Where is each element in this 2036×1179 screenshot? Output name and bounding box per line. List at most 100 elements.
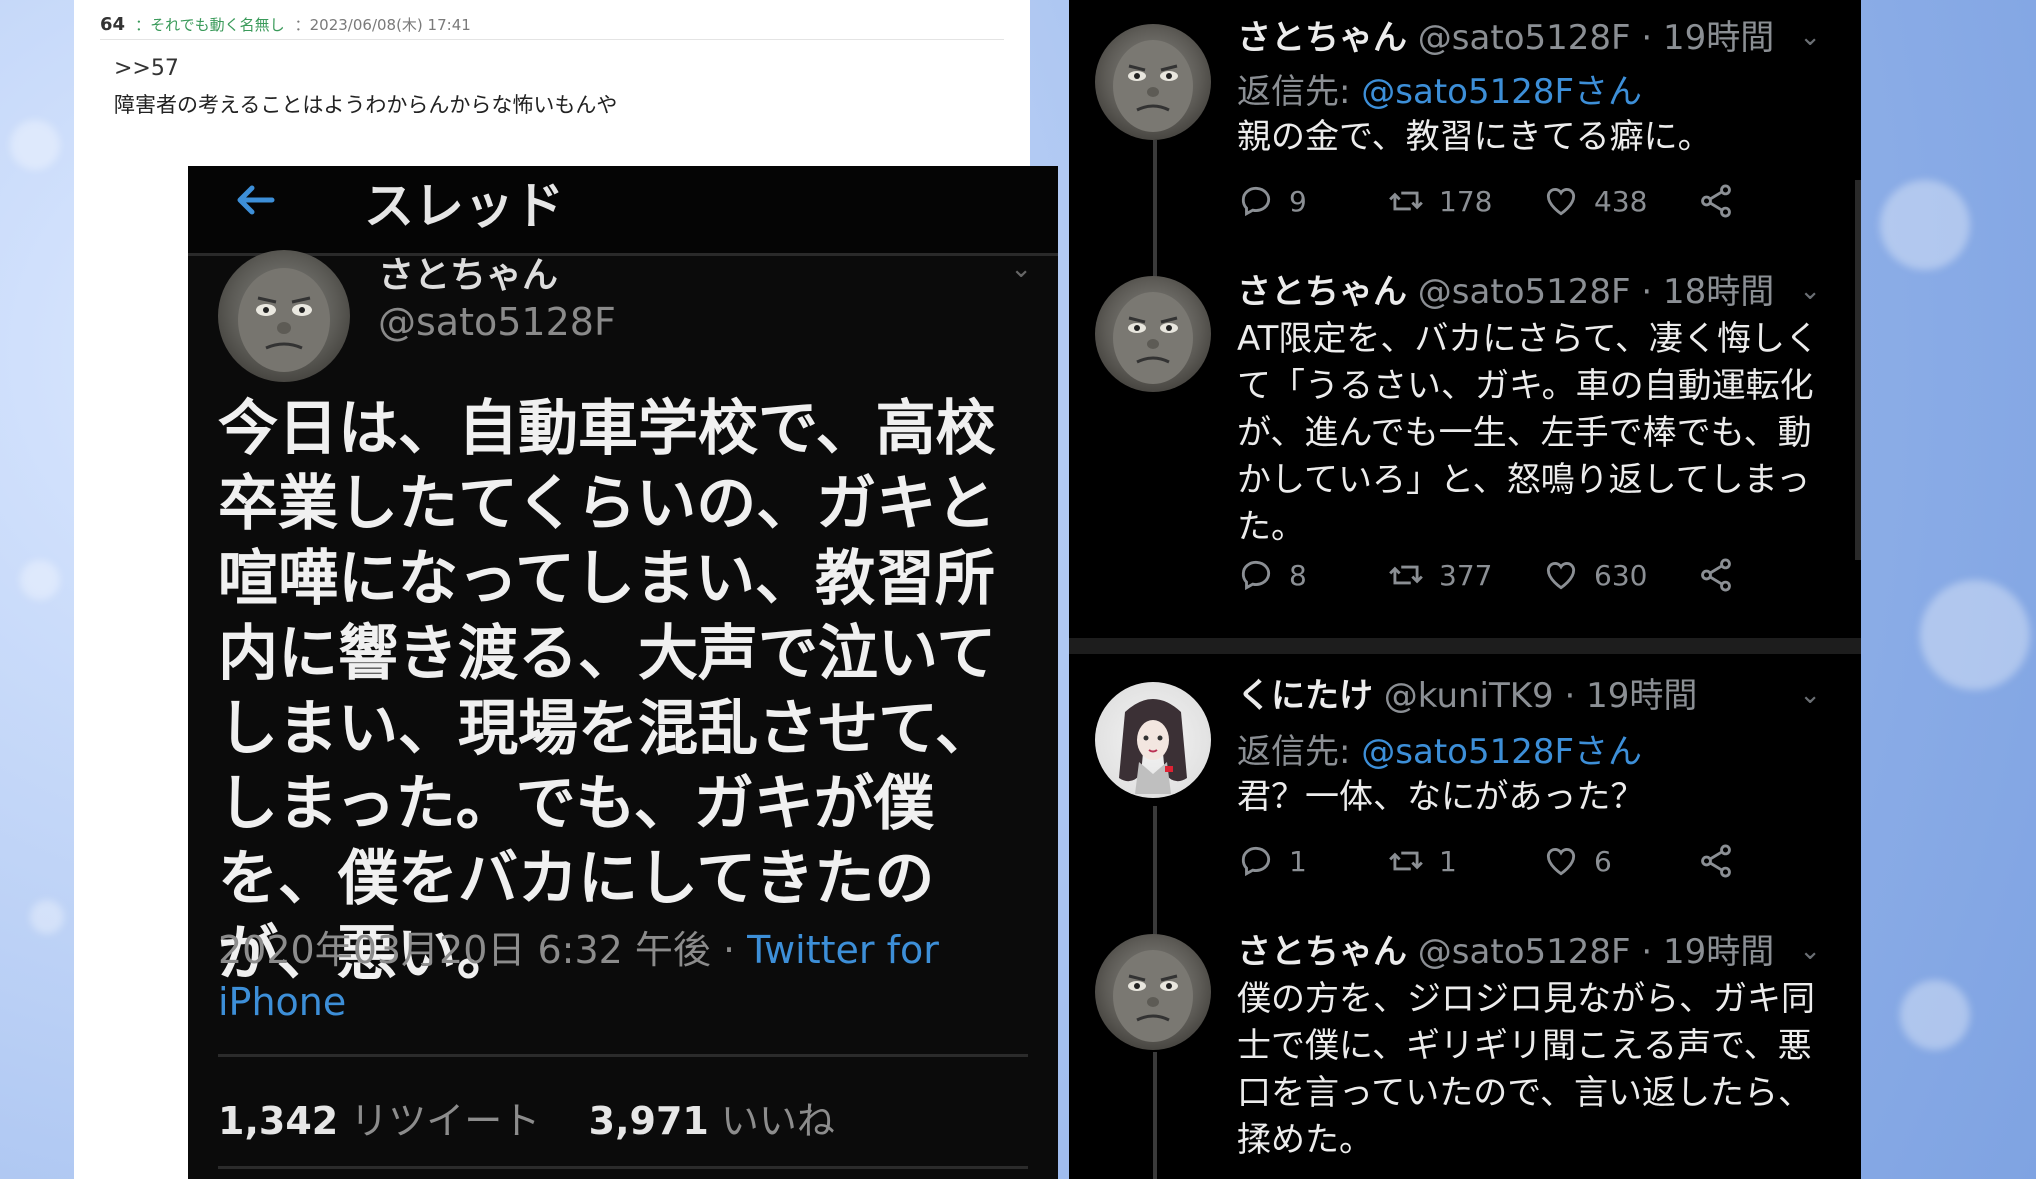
embed-tweet-text: 今日は、自動車学校で、高校卒業したてくらいの、ガキと喧嘩になってしまい、教習所内… xyxy=(218,394,997,989)
tweet-author-name[interactable]: さとちゃん xyxy=(1237,932,1407,972)
avatar[interactable] xyxy=(1095,24,1211,140)
tweet-reply-to: 返信先: @sato5128Fさん xyxy=(1237,724,1642,773)
reply-prefix: 返信先: xyxy=(1237,732,1362,772)
tweet-actions: 1 1 6 xyxy=(1237,842,1735,880)
heart-icon xyxy=(1546,848,1576,876)
tweet-author-name[interactable]: くにたけ xyxy=(1237,676,1373,716)
retweet-count: 377 xyxy=(1439,558,1493,592)
reply-button[interactable]: 8 xyxy=(1237,556,1387,594)
tweet-actions: 9 178 438 xyxy=(1237,182,1735,220)
avatar[interactable] xyxy=(1095,934,1211,1050)
post-number[interactable]: 64 xyxy=(100,14,125,35)
like-button[interactable]: 438 xyxy=(1542,182,1697,220)
reply-count: 9 xyxy=(1289,184,1307,218)
reply-icon xyxy=(1241,186,1271,217)
background-bokeh xyxy=(1920,580,2030,690)
divider xyxy=(218,1166,1028,1169)
tweet-header: さとちゃん @sato5128F · 19時間 xyxy=(1237,930,1774,974)
embed-tweet-date: 2020年03月20日 6:32 午後 · xyxy=(218,928,748,972)
embed-header-bar: スレッド xyxy=(188,166,1058,256)
retweet-button[interactable]: 1 xyxy=(1387,842,1542,880)
like-count: 438 xyxy=(1594,184,1648,218)
tweet[interactable]: さとちゃん @sato5128F · 19時間 ⌄ 返信先: @sato5128… xyxy=(1069,16,1861,246)
tweet[interactable]: さとちゃん @sato5128F · 18時間 ⌄ AT限定を、バカにさらて、凄… xyxy=(1069,270,1861,634)
heart-icon xyxy=(1546,562,1576,590)
retweet-button[interactable]: 377 xyxy=(1387,556,1542,594)
retweet-label: リツイート xyxy=(338,1099,541,1143)
tweet-author-handle[interactable]: @sato5128F · 19時間 xyxy=(1407,932,1774,972)
retweet-icon xyxy=(1389,851,1423,871)
tweet-author-handle[interactable]: @sato5128F · 19時間 xyxy=(1407,18,1774,58)
tweet-text: 君？一体、なにがあった？ xyxy=(1237,777,1645,817)
thread-separator xyxy=(1069,638,1861,654)
avatar[interactable] xyxy=(1095,276,1211,392)
share-button[interactable] xyxy=(1697,182,1735,220)
reply-button[interactable]: 1 xyxy=(1237,842,1387,880)
chevron-down-icon[interactable]: ⌄ xyxy=(1799,22,1821,52)
chevron-down-icon[interactable]: ⌄ xyxy=(1799,680,1821,710)
embedded-tweet-image: スレッド さとちゃん @sato5128F ⌄ 今日は、自動車学校で、高校卒業し… xyxy=(188,166,1058,1179)
post-body: >>57 障害者の考えることはようわからんからな怖いもんや xyxy=(114,56,990,119)
reply-icon xyxy=(1241,560,1271,591)
reply-count: 1 xyxy=(1289,844,1307,878)
tweet-actions: 8 377 630 xyxy=(1237,556,1735,594)
retweet-count: 1 xyxy=(1439,844,1457,878)
background-bokeh xyxy=(20,560,60,600)
reply-count: 8 xyxy=(1289,558,1307,592)
background-bokeh xyxy=(30,900,64,934)
avatar xyxy=(218,250,350,382)
embed-tweet-stats: 1,342 リツイート 3,971 いいね xyxy=(218,1090,835,1145)
post-author-name: ：それでも動く名無し xyxy=(135,16,285,34)
reply-to-link[interactable]: @sato5128Fさん xyxy=(1361,732,1642,772)
share-button[interactable] xyxy=(1697,842,1735,880)
reply-to-link[interactable]: @sato5128Fさん xyxy=(1361,72,1642,112)
tweet-author-name[interactable]: さとちゃん xyxy=(1237,18,1407,58)
share-icon xyxy=(1701,558,1731,592)
post-text: 障害者の考えることはようわからんからな怖いもんや xyxy=(114,93,618,117)
share-icon xyxy=(1701,184,1731,218)
reply-button[interactable]: 9 xyxy=(1237,182,1387,220)
retweet-button[interactable]: 178 xyxy=(1387,182,1542,220)
divider xyxy=(218,1054,1028,1057)
chevron-down-icon[interactable]: ⌄ xyxy=(1799,276,1821,306)
tweet[interactable]: くにたけ @kuniTK9 · 19時間 ⌄ 返信先: @sato5128Fさん… xyxy=(1069,674,1861,904)
post-date: ：2023/06/08(木) 17:41 xyxy=(294,16,471,34)
tweet-header: さとちゃん @sato5128F · 18時間 xyxy=(1237,270,1774,314)
embed-tweet-meta: 2020年03月20日 6:32 午後 · Twitter for iPhone xyxy=(218,924,978,1028)
tweet-author-name[interactable]: さとちゃん xyxy=(1237,272,1407,312)
embed-author-name: さとちゃん xyxy=(378,255,559,296)
background-bokeh xyxy=(1880,180,1970,270)
embed-author-handle: @sato5128F xyxy=(378,300,616,344)
chevron-down-icon[interactable]: ⌄ xyxy=(1799,936,1821,966)
tweet-author-handle[interactable]: @sato5128F · 18時間 xyxy=(1407,272,1774,312)
tweet-text: 親の金で、教習にきてる癖に。 xyxy=(1237,117,1712,157)
forum-post-panel: 64 ：それでも動く名無し ：2023/06/08(木) 17:41 >>57 … xyxy=(74,0,1058,1179)
tweet-text: AT限定を、バカにさらて、凄く悔しくて「うるさい、ガキ。車の自動運転化が、進んで… xyxy=(1237,319,1819,547)
twitter-thread-panel: さとちゃん @sato5128F · 19時間 ⌄ 返信先: @sato5128… xyxy=(1069,0,1861,1179)
like-count: 3,971 xyxy=(588,1099,709,1143)
reply-icon xyxy=(1241,846,1271,877)
retweet-count: 178 xyxy=(1439,184,1493,218)
tweet-reply-to: 返信先: @sato5128Fさん xyxy=(1237,64,1642,113)
reply-prefix: 返信先: xyxy=(1237,72,1362,112)
chevron-down-icon: ⌄ xyxy=(1010,254,1032,284)
embed-title: スレッド xyxy=(364,177,564,235)
avatar[interactable] xyxy=(1095,682,1211,798)
post-header: 64 ：それでも動く名無し ：2023/06/08(木) 17:41 xyxy=(100,10,1004,40)
like-label: いいね xyxy=(708,1099,835,1143)
retweet-count: 1,342 xyxy=(218,1099,339,1143)
background-bokeh xyxy=(1900,980,1970,1050)
like-button[interactable]: 6 xyxy=(1542,842,1697,880)
like-button[interactable]: 630 xyxy=(1542,556,1697,594)
retweet-icon xyxy=(1389,565,1423,585)
post-anchor-link[interactable]: >>57 xyxy=(114,56,990,81)
tweet[interactable]: さとちゃん @sato5128F · 19時間 ⌄ 僕の方を、ジロジロ見ながら、… xyxy=(1069,930,1861,1179)
share-button[interactable] xyxy=(1697,556,1735,594)
tweet-header: さとちゃん @sato5128F · 19時間 xyxy=(1237,16,1774,60)
tweet-text: 僕の方を、ジロジロ見ながら、ガキ同士で僕に、ギリギリ聞こえる声で、悪口を言ってい… xyxy=(1237,979,1815,1160)
like-count: 6 xyxy=(1594,844,1612,878)
arrow-left-icon xyxy=(232,176,280,235)
tweet-header: くにたけ @kuniTK9 · 19時間 xyxy=(1237,674,1697,718)
tweet-author-handle[interactable]: @kuniTK9 · 19時間 xyxy=(1373,676,1698,716)
background-bokeh xyxy=(10,120,60,170)
